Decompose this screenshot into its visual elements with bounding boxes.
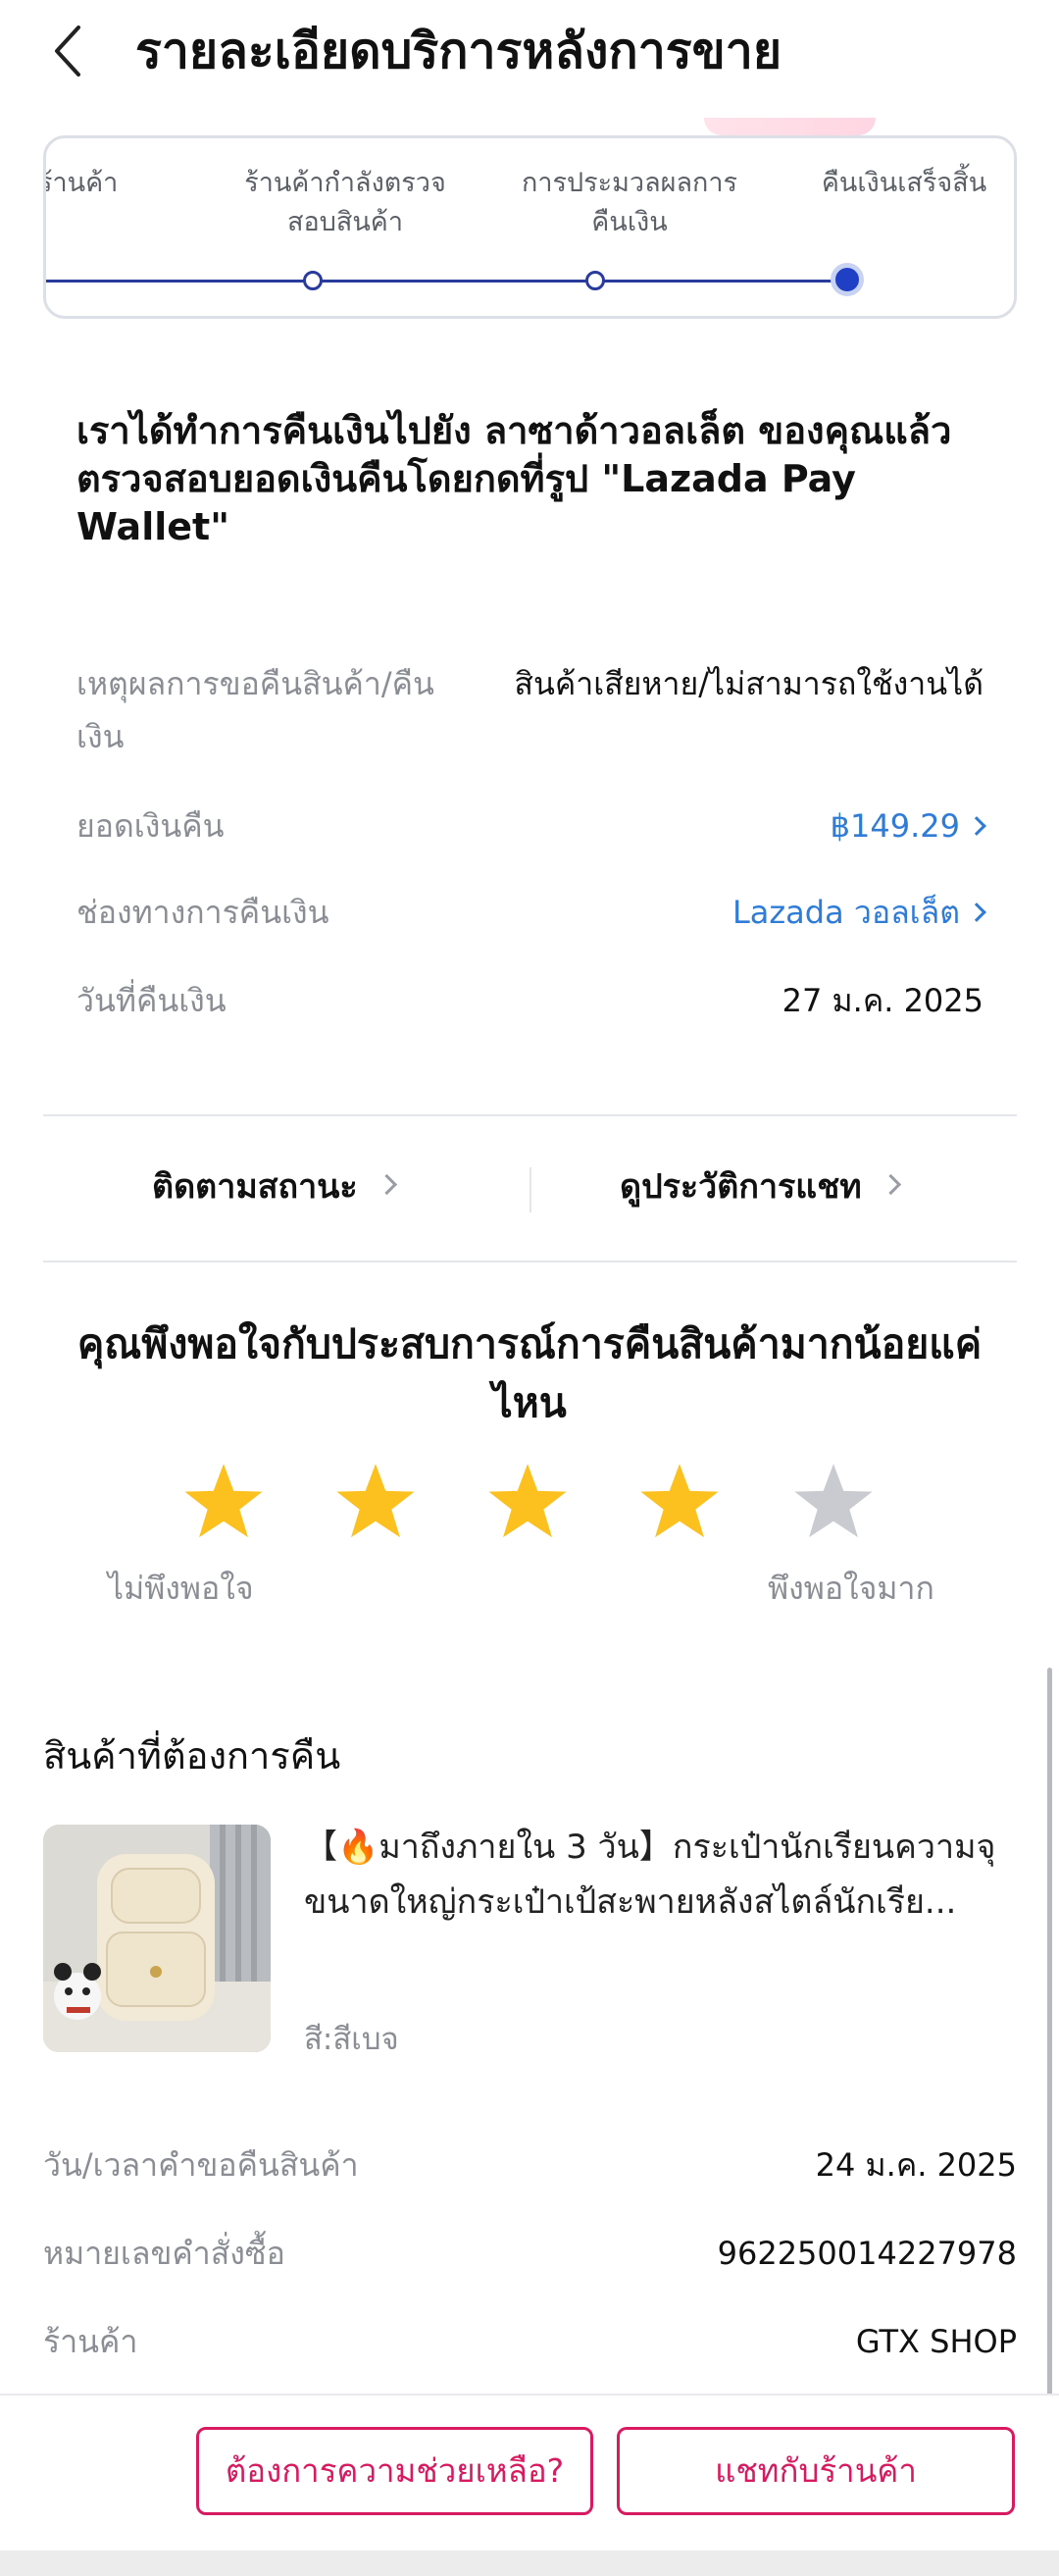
star-icon-4[interactable] <box>637 1460 722 1544</box>
step-dot-completed <box>831 263 864 296</box>
star-icon-5[interactable] <box>791 1460 876 1544</box>
step-label-processing: การประมวลผลการ คืนเงิน <box>521 168 738 237</box>
chat-history-label: ดูประวัติการแชท <box>620 1167 862 1207</box>
star-icon-1[interactable] <box>181 1460 266 1544</box>
meta-label: ร้านค้า <box>43 2323 138 2360</box>
divider <box>43 1114 1017 1116</box>
meta-label: วัน/เวลาคำขอคืนสินค้า <box>43 2146 359 2184</box>
step-label-inspecting: ร้านค้ากำลังตรวจ สอบสินค้า <box>244 168 446 237</box>
refund-progress-card: ร้านค้า ร้านค้ากำลังตรวจ สอบสินค้า การปร… <box>43 135 1017 319</box>
chevron-right-icon <box>967 902 986 922</box>
info-label: ช่องทางการคืนเงิน <box>76 894 329 931</box>
meta-value: 24 ม.ค. 2025 <box>815 2146 1017 2184</box>
meta-value: GTX SHOP <box>855 2323 1017 2360</box>
product-variant: สี:สีเบจ <box>304 2022 399 2057</box>
need-help-button[interactable]: ต้องการความช่วยเหลือ? <box>196 2427 593 2515</box>
info-label: วันที่คืนเงิน <box>76 982 227 1019</box>
info-label: ยอดเงินคืน <box>76 807 225 845</box>
info-label: เหตุผลการขอคืนสินค้า/คืน เงิน <box>76 665 434 755</box>
action-separator <box>530 1167 531 1212</box>
rating-high-label: พึงพอใจมาก <box>768 1570 934 1607</box>
info-row-reason: เหตุผลการขอคืนสินค้า/คืน เงิน สินค้าเสีย… <box>76 657 983 765</box>
rating-question: คุณพึงพอใจกับประสบการณ์การคืนสินค้ามากน้… <box>76 1320 983 1426</box>
progress-line <box>46 280 850 283</box>
product-image[interactable] <box>43 1825 271 2052</box>
page-title: รายละเอียดบริการหลังการขาย <box>135 23 782 79</box>
step-label-store: ร้านค้า <box>43 168 119 198</box>
refund-notice: เราได้ทำการคืนเงินไปยัง ลาซาด้าวอลเล็ต ข… <box>76 409 952 548</box>
chevron-right-icon <box>376 1173 397 1196</box>
chevron-right-icon <box>880 1173 901 1196</box>
chat-history-button[interactable]: ดูประวัติการแชท <box>620 1158 901 1216</box>
step-dot-inspecting <box>303 271 323 290</box>
step-dot-processing <box>585 271 605 290</box>
app-header: รายละเอียดบริการหลังการขาย <box>0 0 1059 103</box>
chevron-right-icon <box>967 816 986 836</box>
track-status-button[interactable]: ติดตามสถานะ <box>152 1158 397 1216</box>
product-title[interactable]: 【🔥มาถึงภายใน 3 วัน】กระเป๋านักเรียนความจุ… <box>304 1820 1000 1930</box>
meta-label: หมายเลขคำสั่งซื้อ <box>43 2235 285 2272</box>
info-value: 27 ม.ค. 2025 <box>782 982 983 1019</box>
bottom-action-bar: ต้องการความช่วยเหลือ? แชทกับร้านค้า <box>0 2394 1059 2550</box>
backpack-image-icon <box>43 1825 271 2052</box>
track-status-label: ติดตามสถานะ <box>152 1167 358 1207</box>
returned-item-section-title: สินค้าที่ต้องการคืน <box>43 1734 341 1777</box>
star-icon-2[interactable] <box>333 1460 418 1544</box>
refund-amount-link[interactable]: ฿149.29 <box>831 799 986 852</box>
rating-low-label: ไม่พึงพอใจ <box>108 1570 254 1607</box>
chevron-left-icon[interactable] <box>49 22 88 80</box>
system-nav-strip <box>0 2550 1059 2576</box>
chat-with-shop-button[interactable]: แชทกับร้านค้า <box>617 2427 1015 2515</box>
refund-method-link[interactable]: Lazada วอลเล็ต <box>732 886 986 939</box>
star-icon-3[interactable] <box>485 1460 570 1544</box>
info-value: สินค้าเสียหาย/ไม่สามารถใช้งานได้ <box>514 665 983 702</box>
divider <box>43 1261 1017 1262</box>
step-label-completed: คืนเงินเสร็จสิ้น <box>821 168 987 198</box>
meta-value: 962250014227978 <box>717 2235 1017 2272</box>
decorative-blob <box>704 118 876 135</box>
